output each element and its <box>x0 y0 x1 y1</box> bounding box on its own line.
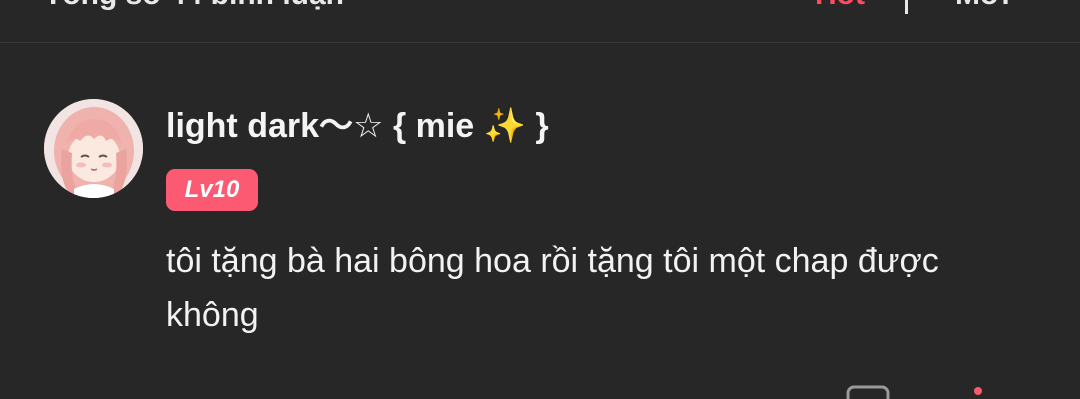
heart-icon[interactable] <box>966 385 990 399</box>
comment-item: light dark〜☆ { mie ✨ } Lv10 tôi tặng bà … <box>0 43 1080 399</box>
comment-section-header: Tổng số 44 bình luận Hot Mới <box>0 0 1080 43</box>
avatar-image <box>44 99 143 198</box>
sort-divider <box>905 0 908 14</box>
comment-username[interactable]: light dark〜☆ { mie ✨ } <box>166 98 549 147</box>
sort-new-tab[interactable]: Mới <box>955 0 1010 12</box>
comment-text: tôi tặng bà hai bông hoa rồi tặng tôi mộ… <box>166 242 939 334</box>
chat-bubble-icon[interactable] <box>846 385 890 399</box>
sort-hot-tab[interactable]: Hot <box>815 0 865 12</box>
level-badge: Lv10 <box>166 169 258 211</box>
total-comments-label: Tổng số 44 bình luận <box>44 0 344 12</box>
avatar[interactable] <box>44 99 143 198</box>
